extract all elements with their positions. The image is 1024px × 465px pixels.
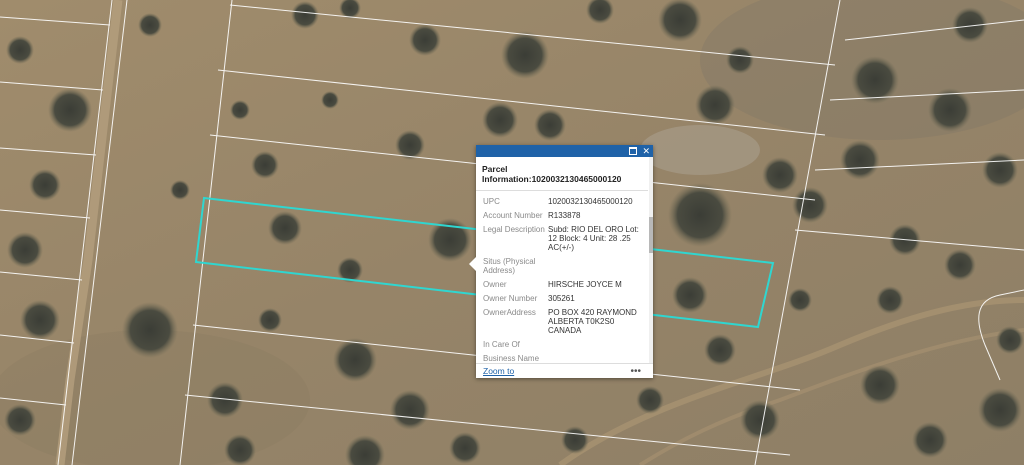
attribute-row: OwnerAddress PO BOX 420 RAYMOND ALBERTA T… [483,306,643,338]
attribute-row: Situs (Physical Address) [483,255,643,278]
popup-titlebar: ✕ [476,145,653,157]
popup-title: Parcel Information:1020032130465000120 [476,157,648,191]
attribute-key: OwnerAddress [483,308,536,317]
popup-scrollbar[interactable] [649,157,653,364]
attribute-value [548,255,643,278]
attribute-row: Owner Number 305261 [483,292,643,306]
maximize-icon[interactable] [629,147,638,155]
attribute-value [548,338,643,352]
attribute-value: PO BOX 420 RAYMOND ALBERTA T0K2S0 CANADA [548,308,637,335]
attribute-row: Account Number R133878 [483,209,643,223]
attribute-table: UPC 1020032130465000120 Account Number R133… [483,195,643,364]
attribute-key: Legal Description [483,225,545,234]
attribute-key: Owner [483,280,507,289]
attribute-value: R133878 [548,211,581,220]
more-actions-icon[interactable]: ••• [630,366,641,377]
popup-body[interactable]: Parcel Information:1020032130465000120 U… [476,157,653,364]
attribute-value: 1020032130465000120 [548,197,633,206]
attribute-key: Owner Number [483,294,538,303]
attribute-value: Subd: RIO DEL ORO Lot: 12 Block: 4 Unit:… [548,225,639,252]
attribute-key: Account Number [483,211,543,220]
popup-footer: Zoom to ••• [476,363,653,378]
popup-pointer [469,257,476,271]
attribute-key: Situs (Physical Address) [483,257,536,275]
attribute-row: Owner HIRSCHE JOYCE M [483,278,643,292]
attribute-value: HIRSCHE JOYCE M [548,280,622,289]
attribute-row: UPC 1020032130465000120 [483,195,643,209]
attribute-key: In Care Of [483,340,520,349]
attribute-row: Legal Description Subd: RIO DEL ORO Lot: … [483,223,643,255]
close-icon[interactable]: ✕ [642,146,650,156]
attribute-row: In Care Of [483,338,643,352]
zoom-to-link[interactable]: Zoom to [483,366,514,376]
attribute-key: UPC [483,197,500,206]
attribute-value: 305261 [548,294,575,303]
popup-scroll-thumb[interactable] [649,217,653,253]
parcel-info-popup: ✕ Parcel Information:1020032130465000120… [469,145,653,378]
